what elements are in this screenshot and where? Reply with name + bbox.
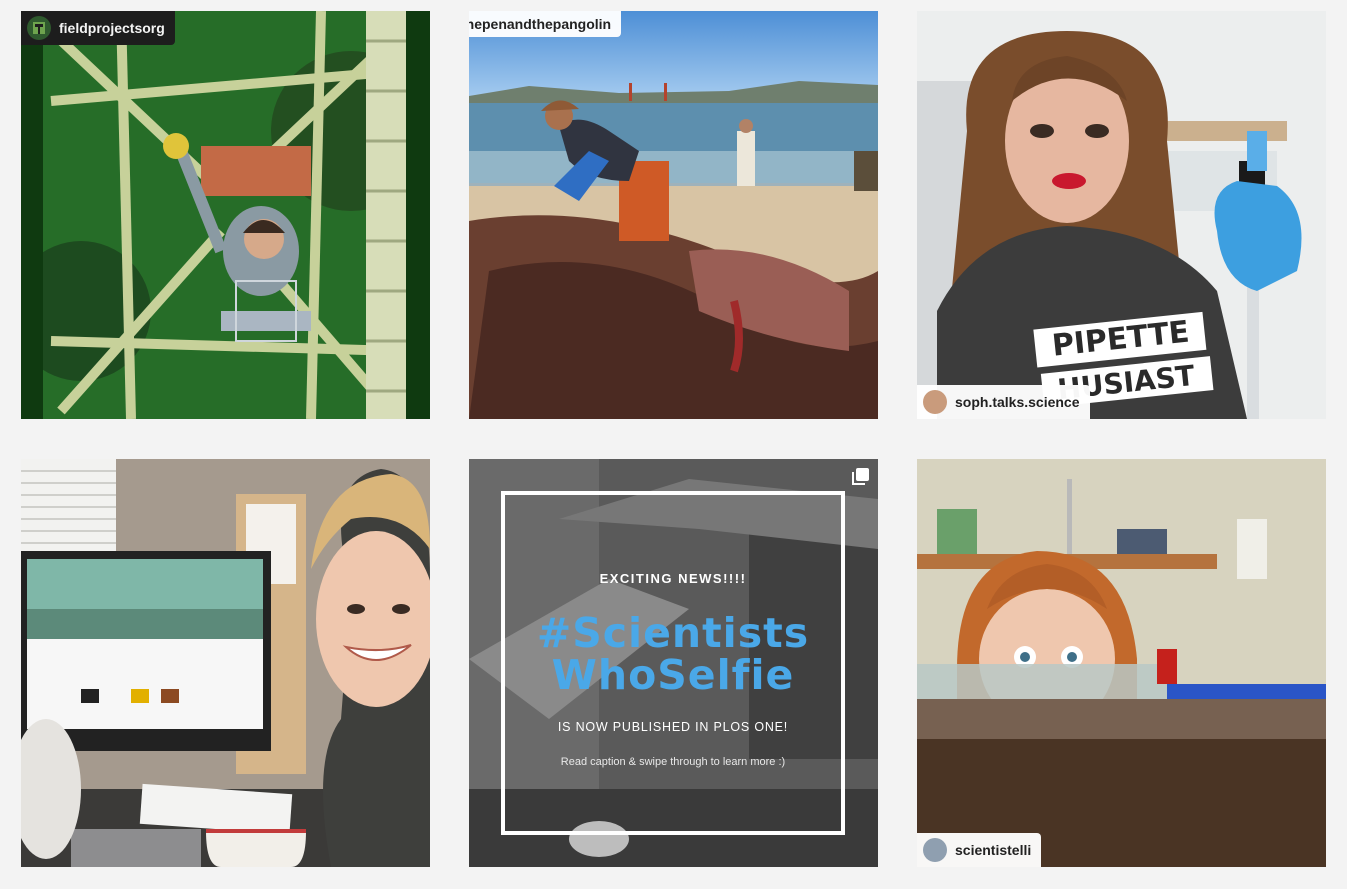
hashtag-line-2: WhoSelfie	[551, 651, 795, 699]
account-handle: scientistelli	[955, 842, 1032, 858]
post-tile-1[interactable]: fieldprojectsorg	[21, 11, 430, 419]
hashtag-line-1: #Scientists	[536, 609, 810, 657]
announcement-caption: Read caption & swipe through to learn mo…	[560, 756, 786, 768]
avatar	[923, 390, 947, 414]
account-tag[interactable]: scientistelli	[917, 833, 1042, 867]
post-tile-3[interactable]: PIPETTE HUSIAST soph.talks.science	[917, 11, 1326, 419]
account-handle: thepenandthepangolin	[469, 16, 612, 32]
post-image-desk	[21, 459, 430, 867]
announcement-published: IS NOW PUBLISHED IN PLOS ONE!	[557, 720, 789, 734]
account-tag[interactable]: soph.talks.science	[917, 385, 1090, 419]
announcement-kicker: EXCITING NEWS!!!!	[599, 571, 747, 586]
account-handle: fieldprojectsorg	[59, 20, 165, 36]
post-tile-2[interactable]: thepenandthepangolin	[469, 11, 878, 419]
post-tile-5[interactable]: EXCITING NEWS!!!! #Scientists WhoSelfie …	[469, 459, 878, 867]
post-image-beach	[469, 11, 878, 419]
account-tag[interactable]: fieldprojectsorg	[21, 11, 175, 45]
post-image-lab-selfie: PIPETTE HUSIAST	[917, 11, 1326, 419]
account-tag[interactable]: thepenandthepangolin	[469, 11, 622, 37]
multiple-images-icon	[852, 468, 869, 485]
account-handle: soph.talks.science	[955, 394, 1080, 410]
post-tile-6[interactable]: scientistelli	[917, 459, 1326, 867]
post-image-lab-bench	[917, 459, 1326, 867]
avatar	[923, 838, 947, 862]
announcement-frame: EXCITING NEWS!!!! #Scientists WhoSelfie …	[501, 491, 845, 835]
post-tile-4[interactable]	[21, 459, 430, 867]
post-image-tower	[21, 11, 430, 419]
tree-logo-icon	[27, 16, 51, 40]
